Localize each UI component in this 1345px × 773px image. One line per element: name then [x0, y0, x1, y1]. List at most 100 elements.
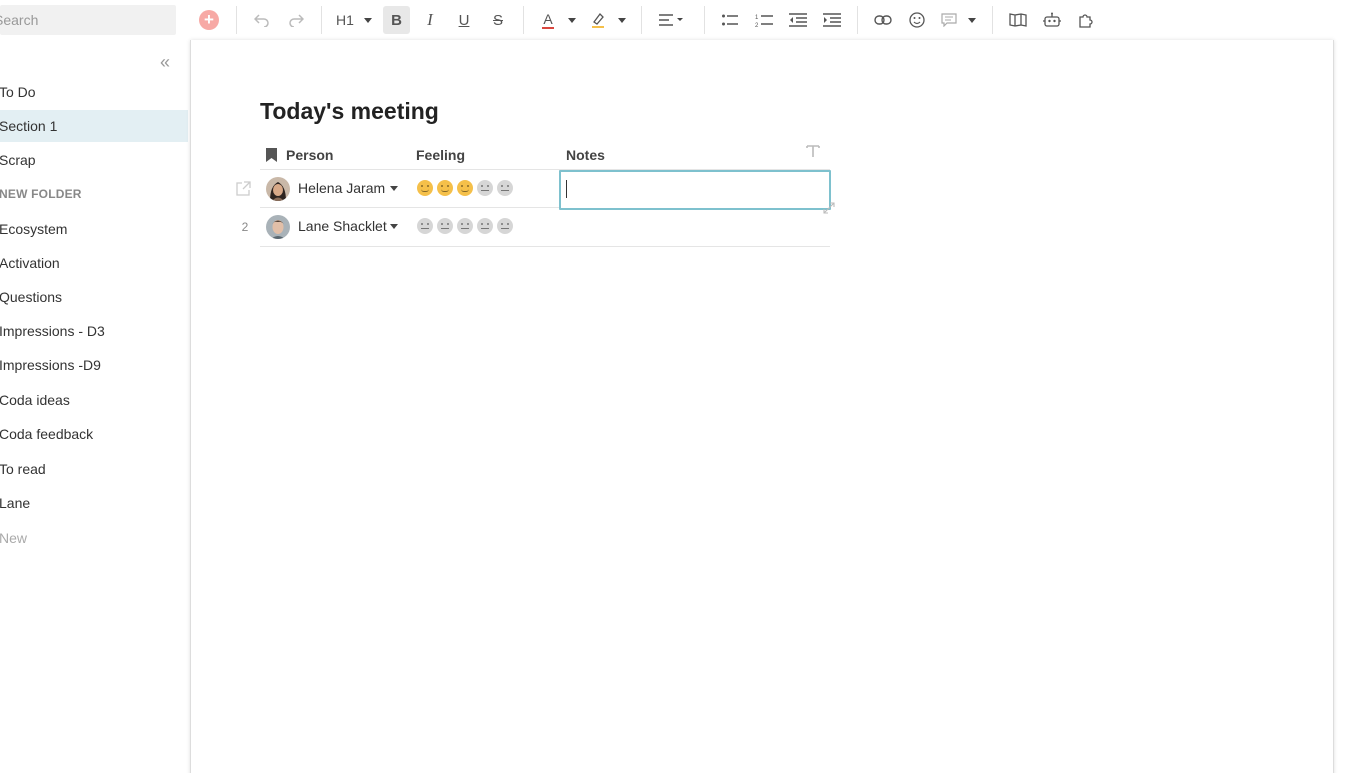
bold-button[interactable]: B	[383, 6, 410, 34]
column-header-feeling[interactable]: Feeling	[416, 147, 465, 163]
new-page-label: New	[0, 530, 28, 546]
numbered-list-button[interactable]: 12	[752, 6, 776, 34]
puzzle-icon	[1079, 14, 1093, 28]
avatar	[266, 177, 290, 201]
pages-button[interactable]	[1006, 6, 1030, 34]
sidebar-item-ecosystem[interactable]: Ecosystem	[0, 213, 188, 245]
chevron-down-icon	[968, 17, 976, 23]
sidebar-item-coda-ideas[interactable]: Coda ideas	[0, 384, 188, 416]
face-empty-icon[interactable]	[497, 218, 513, 234]
comment-dropdown[interactable]	[966, 6, 978, 34]
toolbar-divider	[321, 6, 322, 34]
outdent-button[interactable]	[786, 6, 810, 34]
add-button[interactable]: +	[198, 6, 220, 34]
chevron-down-icon[interactable]	[390, 224, 398, 229]
feeling-rating[interactable]	[417, 218, 513, 234]
comment-button[interactable]	[938, 6, 960, 34]
sidebar-item-coda-feedback[interactable]: Coda feedback	[0, 418, 188, 450]
face-filled-icon[interactable]	[417, 180, 433, 196]
font-color-dropdown[interactable]	[566, 6, 578, 34]
sidebar-item-lane[interactable]: Lane	[0, 487, 188, 519]
face-empty-icon[interactable]	[477, 218, 493, 234]
sidebar-item-scrap[interactable]: Scrap	[0, 144, 188, 176]
face-empty-icon[interactable]	[497, 180, 513, 196]
bulleted-list-button[interactable]	[718, 6, 742, 34]
app-window: + H1 B I U S A	[0, 0, 1345, 773]
face-filled-icon[interactable]	[437, 180, 453, 196]
toolbar-divider	[236, 6, 237, 34]
face-empty-icon[interactable]	[457, 218, 473, 234]
sidebar-item-label: Activation	[0, 255, 60, 271]
comment-icon	[941, 13, 957, 27]
search-box[interactable]	[0, 5, 176, 35]
highlight-button[interactable]	[586, 6, 610, 34]
text-column-type-icon	[806, 144, 820, 161]
underline-button[interactable]: U	[452, 6, 476, 34]
sidebar-item-impressions-d3[interactable]: Impressions - D3	[0, 315, 188, 347]
face-filled-icon[interactable]	[457, 180, 473, 196]
open-row-icon[interactable]	[235, 181, 251, 202]
person-name[interactable]: Helena Jaram	[298, 180, 385, 196]
sidebar-item-to-do[interactable]: To Do	[0, 76, 188, 108]
person-name[interactable]: Lane Shacklet	[298, 218, 387, 234]
new-page-button[interactable]: New	[0, 522, 188, 554]
sidebar-item-label: Impressions -D9	[0, 357, 101, 373]
indent-button[interactable]	[820, 6, 844, 34]
sidebar-item-questions[interactable]: Questions	[0, 281, 188, 313]
sidebar-item-activation[interactable]: Activation	[0, 247, 188, 279]
sidebar-item-label: Impressions - D3	[0, 323, 105, 339]
sidebar-folder-label: NEW FOLDER	[0, 187, 82, 201]
sidebar-item-to-read[interactable]: To read	[0, 453, 188, 485]
face-empty-icon[interactable]	[417, 218, 433, 234]
meeting-table: Person Feeling Notes Helena Jaram 2 Lane…	[236, 143, 835, 247]
table-row[interactable]: 2 Lane Shacklet	[242, 208, 830, 247]
face-empty-icon[interactable]	[477, 180, 493, 196]
chevron-down-icon[interactable]	[390, 186, 398, 191]
sidebar-item-impressions-d9[interactable]: Impressions -D9	[0, 349, 188, 381]
toolbar-divider	[523, 6, 524, 34]
table-row[interactable]: Helena Jaram	[236, 169, 835, 214]
robot-icon	[1043, 12, 1061, 27]
column-header-person[interactable]: Person	[286, 147, 333, 163]
row-number: 2	[241, 220, 249, 234]
heading-icon: H1	[336, 12, 354, 28]
heading-dropdown[interactable]	[362, 6, 374, 34]
italic-button[interactable]: I	[418, 6, 442, 34]
sidebar-item-label: Coda feedback	[0, 426, 94, 442]
toolbar-divider	[641, 6, 642, 34]
feeling-rating[interactable]	[417, 180, 513, 196]
highlight-dropdown[interactable]	[616, 6, 628, 34]
link-button[interactable]	[871, 6, 895, 34]
undo-icon	[254, 14, 269, 27]
page-title[interactable]: Today's meeting	[260, 98, 439, 125]
redo-icon	[289, 14, 304, 27]
toolbar-divider	[992, 6, 993, 34]
packs-button[interactable]	[1074, 6, 1098, 34]
sidebar-item-section-1[interactable]: Section 1	[0, 110, 188, 142]
sidebar-item-label: Coda ideas	[0, 392, 70, 408]
numbered-list-icon: 12	[755, 15, 773, 27]
face-empty-icon[interactable]	[437, 218, 453, 234]
document-canvas: Today's meeting Person Feeling Notes Hel…	[190, 40, 1334, 773]
column-header-notes[interactable]: Notes	[566, 147, 605, 163]
font-color-icon: A	[543, 10, 553, 27]
notes-cell-selected[interactable]	[559, 170, 831, 210]
svg-text:1: 1	[755, 15, 759, 21]
redo-button[interactable]	[284, 6, 308, 34]
undo-button[interactable]	[250, 6, 274, 34]
align-button[interactable]	[656, 6, 688, 34]
link-icon	[874, 15, 892, 25]
bulleted-list-icon	[722, 14, 738, 26]
heading-button[interactable]: H1	[333, 6, 357, 34]
strikethrough-icon: S	[492, 11, 503, 29]
font-color-swatch	[542, 26, 554, 29]
font-color-button[interactable]: A	[536, 6, 560, 34]
strikethrough-button[interactable]: S	[486, 6, 510, 34]
sidebar-folder-new-folder[interactable]: NEW FOLDER	[0, 178, 188, 210]
sidebar-item-label: To read	[0, 461, 46, 477]
automation-button[interactable]	[1040, 6, 1064, 34]
collapse-sidebar-icon[interactable]: «	[160, 53, 170, 71]
emoji-button[interactable]	[905, 6, 929, 34]
search-input[interactable]	[0, 5, 170, 35]
plus-icon: +	[199, 10, 219, 30]
